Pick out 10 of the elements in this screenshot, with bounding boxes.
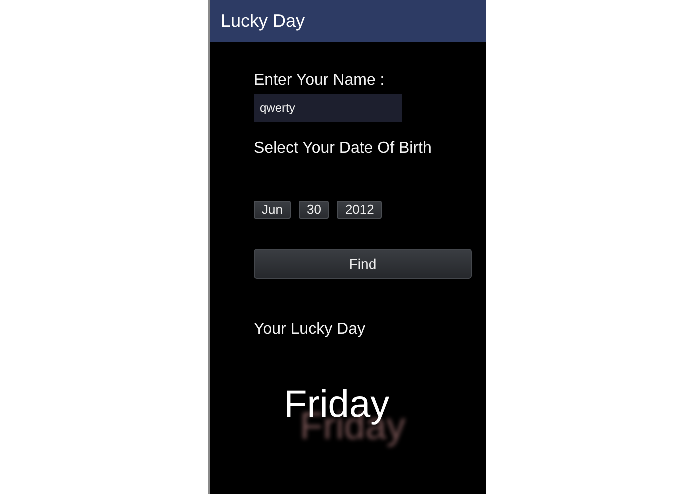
name-input-field[interactable]: qwerty xyxy=(254,94,402,122)
lucky-day-text: Friday xyxy=(284,384,390,427)
window-title: Lucky Day xyxy=(221,10,306,32)
name-label: Enter Your Name : xyxy=(254,72,385,90)
year-picker[interactable]: 2012 xyxy=(337,201,382,219)
month-picker[interactable]: Jun xyxy=(254,201,291,219)
result-label: Your Lucky Day xyxy=(254,321,366,339)
date-of-birth-label: Select Your Date Of Birth xyxy=(254,140,432,158)
find-button[interactable]: Find xyxy=(254,249,472,279)
day-picker[interactable]: 30 xyxy=(298,201,330,219)
